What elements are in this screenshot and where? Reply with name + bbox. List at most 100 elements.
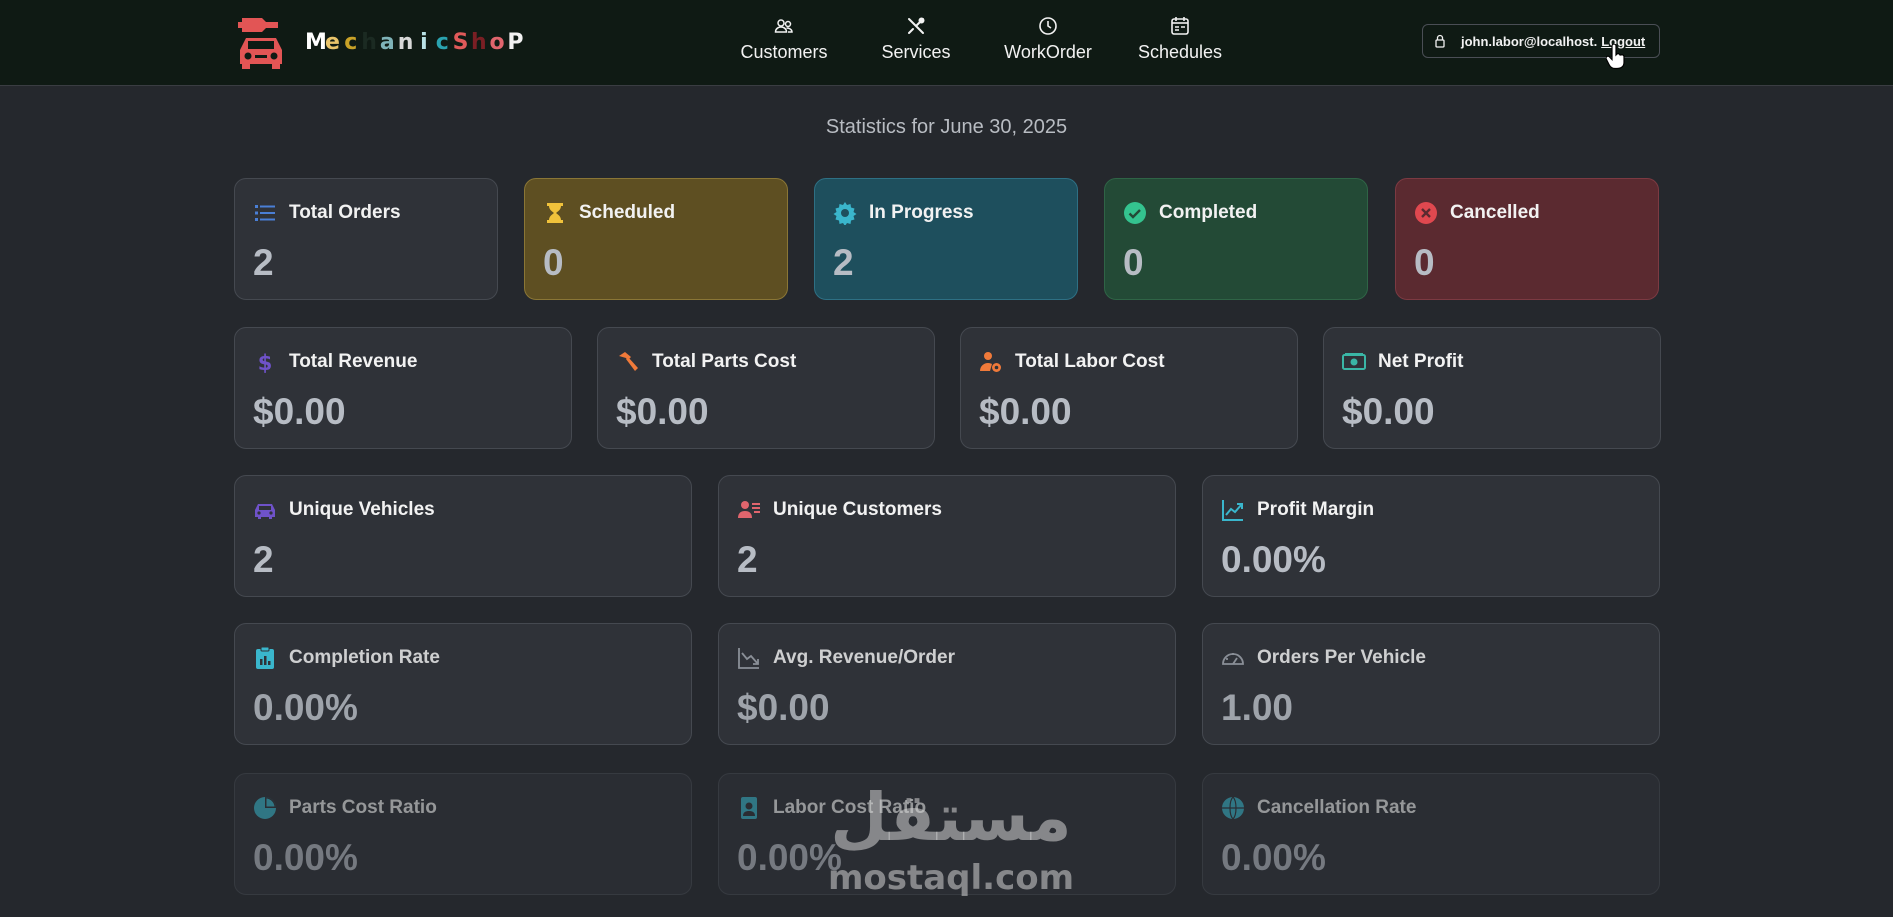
card-value: 0.00% [1221,539,1326,580]
card-parts-cost-ratio[interactable]: Parts Cost Ratio 0.00% [234,773,692,895]
user-email: john.labor@localhost. [1461,33,1598,49]
card-value: 0.00% [253,687,358,728]
card-title: Total Revenue [289,351,418,372]
clock-icon [1039,17,1057,35]
tools-icon [908,17,925,34]
brand-name: MechanicShoP [305,30,525,55]
card-cancellation-rate[interactable]: Cancellation Rate 0.00% [1202,773,1660,895]
person-card-icon [738,501,760,518]
hammer-icon [619,352,638,371]
card-title: Scheduled [579,202,676,223]
card-cancelled[interactable]: Cancelled 0 [1395,178,1659,300]
card-value: 2 [833,242,854,283]
nav-label-workorder: WorkOrder [1004,42,1092,62]
card-profit-margin[interactable]: Profit Margin 0.00% [1202,475,1660,597]
card-title: Total Orders [289,202,401,223]
card-unique-vehicles[interactable]: Unique Vehicles 2 [234,475,692,597]
nav-label-schedules: Schedules [1137,42,1223,62]
card-value: 1.00 [1221,687,1294,728]
nav-label-services: Services [881,42,951,62]
card-net-profit[interactable]: Net Profit $0.00 [1323,327,1661,449]
brand-letter: h [361,29,377,55]
card-total-revenue[interactable]: $ Total Revenue $0.00 [234,327,572,449]
card-value: 2 [253,539,274,580]
card-value: $0.00 [737,687,830,728]
brand-letter: P [507,29,524,55]
trend-down-icon [738,648,759,669]
nav-item-schedules[interactable]: Schedules [1114,16,1246,68]
card-title: Orders Per Vehicle [1257,647,1426,668]
card-avg-revenue-order[interactable]: Avg. Revenue/Order $0.00 [718,623,1176,745]
nav-item-customers[interactable]: Customers [718,16,850,68]
card-title: Completed [1159,202,1258,223]
card-title: Unique Customers [773,499,942,520]
brand-letter: o [489,29,505,55]
card-title: Cancellation Rate [1257,797,1417,818]
list-icon [255,205,275,221]
nav-label-customers: Customers [740,42,828,62]
card-title: Cancelled [1450,202,1540,223]
card-unique-customers[interactable]: Unique Customers 2 [718,475,1176,597]
clipboard-chart-icon [256,646,274,669]
card-title: Net Profit [1378,351,1464,372]
x-circle-icon [1415,202,1437,224]
card-value: 0 [1414,242,1435,283]
brand-letter: c [344,29,358,55]
card-title: Total Labor Cost [1015,351,1165,372]
card-labor-cost-ratio[interactable]: Labor Cost Ratio 0.00% [718,773,1176,895]
card-title: Profit Margin [1257,499,1375,520]
card-title: Unique Vehicles [289,499,435,520]
card-completed[interactable]: Completed 0 [1104,178,1368,300]
brand-letter: h [470,29,487,55]
gear-icon [833,202,857,225]
check-circle-icon [1124,202,1146,224]
speedometer-icon [1222,653,1244,665]
card-value: 2 [253,242,274,283]
brand-letter: n [397,29,414,55]
card-total-labor-cost[interactable]: Total Labor Cost $0.00 [960,327,1298,449]
lock-icon [1435,34,1445,48]
users-icon [774,19,793,33]
globe-icon [1222,796,1244,820]
pie-chart-icon [254,797,276,819]
card-total-orders[interactable]: Total Orders 2 [234,178,498,300]
card-title: Completion Rate [289,647,440,668]
cash-icon [1342,353,1366,370]
card-value: $0.00 [253,391,346,432]
dollar-icon: $ [258,351,273,374]
card-title: Avg. Revenue/Order [773,647,955,668]
card-value: $0.00 [616,391,709,432]
page-title: Statistics for June 30, 2025 [825,116,1068,138]
brand-letter: S [452,29,469,55]
card-value: $0.00 [1342,391,1435,432]
calendar-icon [1171,17,1189,35]
main-nav: Customers Services WorkOrder Schedules [718,16,1246,68]
worker-gear-icon [980,352,1001,372]
card-orders-per-vehicle[interactable]: Orders Per Vehicle 1.00 [1202,623,1660,745]
nav-item-workorder[interactable]: WorkOrder [982,16,1114,68]
hourglass-icon [547,203,563,223]
card-title: Parts Cost Ratio [289,797,437,818]
nav-item-services[interactable]: Services [850,16,982,68]
brand-home-link[interactable]: MechanicShoP [236,14,525,70]
trend-up-icon [1222,500,1243,521]
card-value: $0.00 [979,391,1072,432]
card-value: 0 [1123,242,1144,283]
card-value: 0.00% [253,837,358,878]
top-navbar: MechanicShoP Customers Services WorkOrde… [0,0,1893,86]
card-title: Labor Cost Ratio [773,797,927,818]
brand-letter: i [420,29,428,55]
card-title: In Progress [869,202,974,223]
car-repair-logo-icon [238,18,282,69]
card-scheduled[interactable]: Scheduled 0 [524,178,788,300]
svg-text:$: $ [258,351,273,374]
card-completion-rate[interactable]: Completion Rate 0.00% [234,623,692,745]
card-in-progress[interactable]: In Progress 2 [814,178,1078,300]
card-title: Total Parts Cost [652,351,797,372]
hand-cursor-icon [1606,44,1625,70]
card-total-parts-cost[interactable]: Total Parts Cost $0.00 [597,327,935,449]
car-icon [255,504,275,519]
brand-letter: c [435,29,449,55]
card-value: 2 [737,539,758,580]
card-value: 0.00% [737,837,842,878]
